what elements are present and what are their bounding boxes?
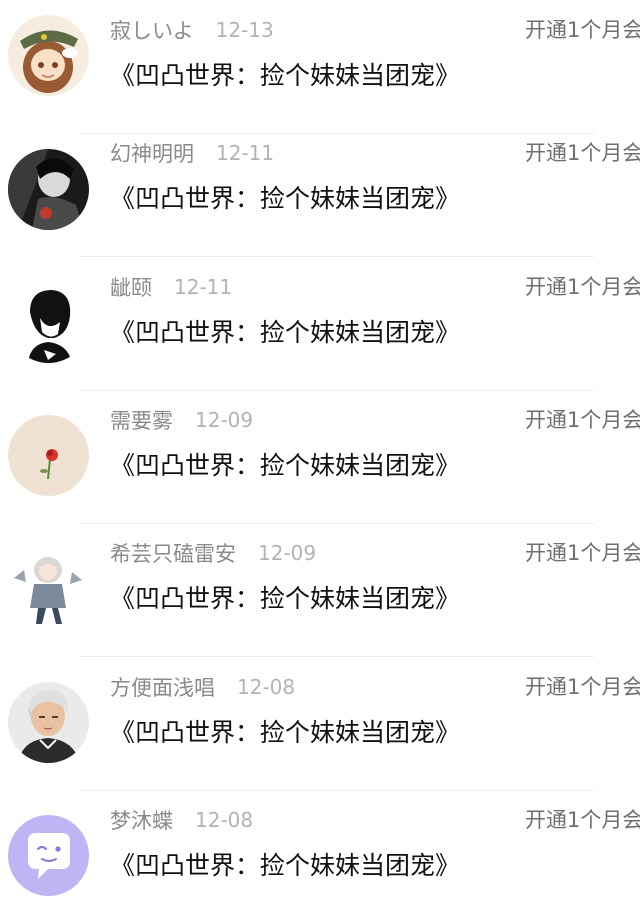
username[interactable]: 希芸只磕雷安 bbox=[110, 538, 236, 568]
item-title[interactable]: 《凹凸世界：捡个妹妹当团宠》 bbox=[110, 579, 460, 615]
username[interactable]: 梦沐蝶 bbox=[110, 805, 173, 835]
item-title[interactable]: 《凹凸世界：捡个妹妹当团宠》 bbox=[110, 846, 460, 882]
boy-silhouette-avatar-icon[interactable] bbox=[8, 282, 89, 363]
item-date: 12-13 bbox=[215, 18, 274, 42]
item-status: 开通1个月会 bbox=[525, 18, 640, 42]
item-meta: 需要雾 12-09 bbox=[110, 400, 253, 440]
item-date: 12-09 bbox=[258, 541, 317, 565]
item-status: 开通1个月会 bbox=[525, 275, 640, 299]
username[interactable]: 寂しいよ bbox=[110, 15, 194, 45]
list-item[interactable]: 梦沐蝶 12-08 《凹凸世界：捡个妹妹当团宠》 开通1个月会 bbox=[0, 790, 640, 924]
item-status: 开通1个月会 bbox=[525, 408, 640, 432]
item-date: 12-08 bbox=[237, 675, 296, 699]
list-item[interactable]: 龇颐 12-11 《凹凸世界：捡个妹妹当团宠》 开通1个月会 bbox=[0, 257, 640, 391]
username[interactable]: 龇颐 bbox=[110, 272, 152, 302]
item-meta: 梦沐蝶 12-08 bbox=[110, 800, 253, 840]
username[interactable]: 需要雾 bbox=[110, 405, 173, 435]
username[interactable]: 方便面浅唱 bbox=[110, 672, 215, 702]
item-meta: 幻神明明 12-11 bbox=[110, 133, 274, 173]
item-status: 开通1个月会 bbox=[525, 675, 640, 699]
item-date: 12-11 bbox=[174, 275, 233, 299]
item-title[interactable]: 《凹凸世界：捡个妹妹当团宠》 bbox=[110, 313, 460, 349]
item-title[interactable]: 《凹凸世界：捡个妹妹当团宠》 bbox=[110, 713, 460, 749]
item-title[interactable]: 《凹凸世界：捡个妹妹当团宠》 bbox=[110, 179, 460, 215]
item-meta: 寂しいよ 12-13 bbox=[110, 10, 274, 50]
item-date: 12-11 bbox=[216, 141, 275, 165]
rose-avatar-icon[interactable] bbox=[8, 415, 89, 496]
list-item[interactable]: 寂しいよ 12-13 《凹凸世界：捡个妹妹当团宠》 开通1个月会 bbox=[0, 0, 640, 134]
list-item[interactable]: 幻神明明 12-11 《凹凸世界：捡个妹妹当团宠》 开通1个月会 bbox=[0, 123, 640, 257]
item-title[interactable]: 《凹凸世界：捡个妹妹当团宠》 bbox=[110, 446, 460, 482]
item-status: 开通1个月会 bbox=[525, 808, 640, 832]
girl-hat-avatar-icon[interactable] bbox=[8, 15, 89, 96]
list-item[interactable]: 方便面浅唱 12-08 《凹凸世界：捡个妹妹当团宠》 开通1个月会 bbox=[0, 657, 640, 791]
item-meta: 方便面浅唱 12-08 bbox=[110, 667, 295, 707]
dark-figure-avatar-icon[interactable] bbox=[8, 149, 89, 230]
item-status: 开通1个月会 bbox=[525, 141, 640, 165]
chat-bubble-avatar-icon[interactable] bbox=[8, 815, 89, 896]
list-item[interactable]: 希芸只磕雷安 12-09 《凹凸世界：捡个妹妹当团宠》 开通1个月会 bbox=[0, 523, 640, 657]
item-title[interactable]: 《凹凸世界：捡个妹妹当团宠》 bbox=[110, 56, 460, 92]
man-portrait-avatar-icon[interactable] bbox=[8, 682, 89, 763]
item-meta: 希芸只磕雷安 12-09 bbox=[110, 533, 316, 573]
item-status: 开通1个月会 bbox=[525, 541, 640, 565]
item-date: 12-09 bbox=[195, 408, 254, 432]
chibi-character-avatar-icon[interactable] bbox=[8, 548, 89, 629]
item-meta: 龇颐 12-11 bbox=[110, 267, 232, 307]
item-date: 12-08 bbox=[195, 808, 254, 832]
username[interactable]: 幻神明明 bbox=[110, 138, 194, 168]
list-item[interactable]: 需要雾 12-09 《凹凸世界：捡个妹妹当团宠》 开通1个月会 bbox=[0, 390, 640, 524]
